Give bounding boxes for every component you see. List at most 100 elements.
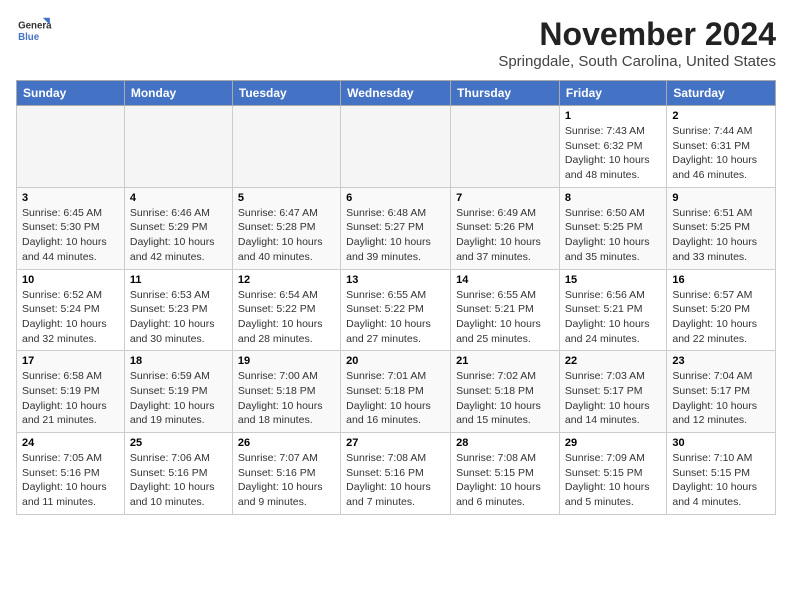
weekday-header-monday: Monday — [124, 81, 232, 106]
day-info: Sunrise: 6:50 AM Sunset: 5:25 PM Dayligh… — [565, 206, 661, 265]
calendar-cell: 21 Sunrise: 7:02 AM Sunset: 5:18 PM Dayli… — [451, 351, 560, 433]
day-info: Sunrise: 6:56 AM Sunset: 5:21 PM Dayligh… — [565, 288, 661, 347]
day-info: Sunrise: 7:09 AM Sunset: 5:15 PM Dayligh… — [565, 451, 661, 510]
day-info: Sunrise: 7:10 AM Sunset: 5:15 PM Dayligh… — [672, 451, 770, 510]
day-info: Sunrise: 6:55 AM Sunset: 5:21 PM Dayligh… — [456, 288, 554, 347]
calendar-cell — [232, 106, 340, 188]
day-info: Sunrise: 6:49 AM Sunset: 5:26 PM Dayligh… — [456, 206, 554, 265]
week-row-1: 1Sunrise: 7:43 AM Sunset: 6:32 PM Daylig… — [17, 106, 776, 188]
svg-text:General: General — [18, 20, 52, 31]
calendar-cell: 15 Sunrise: 6:56 AM Sunset: 5:21 PM Dayli… — [559, 269, 666, 351]
day-info: Sunrise: 6:45 AM Sunset: 5:30 PM Dayligh… — [22, 206, 119, 265]
day-number: 14 — [456, 274, 554, 286]
calendar-cell: 12Sunrise: 6:54 AM Sunset: 5:22 PM Dayli… — [232, 269, 340, 351]
week-row-2: 3 Sunrise: 6:45 AM Sunset: 5:30 PM Daylig… — [17, 187, 776, 269]
calendar-cell: 4Sunrise: 6:46 AM Sunset: 5:29 PM Daylig… — [124, 187, 232, 269]
day-number: 22 — [565, 355, 661, 367]
calendar-cell: 20 Sunrise: 7:01 AM Sunset: 5:18 PM Dayli… — [341, 351, 451, 433]
day-info: Sunrise: 7:07 AM Sunset: 5:16 PM Dayligh… — [238, 451, 335, 510]
calendar-cell: 3 Sunrise: 6:45 AM Sunset: 5:30 PM Daylig… — [17, 187, 125, 269]
day-number: 27 — [346, 437, 445, 449]
page-header: General Blue November 2024 Springdale, S… — [16, 16, 776, 70]
day-number: 7 — [456, 192, 554, 204]
calendar-cell: 24 Sunrise: 7:05 AM Sunset: 5:16 PM Dayli… — [17, 433, 125, 515]
calendar-cell: 11Sunrise: 6:53 AM Sunset: 5:23 PM Dayli… — [124, 269, 232, 351]
day-info: Sunrise: 6:52 AM Sunset: 5:24 PM Dayligh… — [22, 288, 119, 347]
day-number: 5 — [238, 192, 335, 204]
day-info: Sunrise: 7:05 AM Sunset: 5:16 PM Dayligh… — [22, 451, 119, 510]
day-number: 3 — [22, 192, 119, 204]
day-number: 29 — [565, 437, 661, 449]
weekday-header-sunday: Sunday — [17, 81, 125, 106]
calendar-cell: 16 Sunrise: 6:57 AM Sunset: 5:20 PM Dayli… — [667, 269, 776, 351]
weekday-header-thursday: Thursday — [451, 81, 560, 106]
day-info: Sunrise: 6:58 AM Sunset: 5:19 PM Dayligh… — [22, 369, 119, 428]
day-number: 25 — [130, 437, 227, 449]
day-number: 8 — [565, 192, 661, 204]
location-title: Springdale, South Carolina, United State… — [498, 53, 776, 70]
day-number: 19 — [238, 355, 335, 367]
calendar-cell: 22 Sunrise: 7:03 AM Sunset: 5:17 PM Dayli… — [559, 351, 666, 433]
day-info: Sunrise: 6:46 AM Sunset: 5:29 PM Dayligh… — [130, 206, 227, 265]
day-number: 28 — [456, 437, 554, 449]
calendar-cell: 29 Sunrise: 7:09 AM Sunset: 5:15 PM Dayli… — [559, 433, 666, 515]
calendar-table: SundayMondayTuesdayWednesdayThursdayFrid… — [16, 80, 776, 515]
calendar-cell — [451, 106, 560, 188]
day-info: Sunrise: 7:04 AM Sunset: 5:17 PM Dayligh… — [672, 369, 770, 428]
svg-text:Blue: Blue — [18, 32, 40, 43]
calendar-cell: 17 Sunrise: 6:58 AM Sunset: 5:19 PM Dayli… — [17, 351, 125, 433]
day-number: 24 — [22, 437, 119, 449]
weekday-header-friday: Friday — [559, 81, 666, 106]
day-number: 26 — [238, 437, 335, 449]
day-number: 10 — [22, 274, 119, 286]
calendar-cell: 1Sunrise: 7:43 AM Sunset: 6:32 PM Daylig… — [559, 106, 666, 188]
day-number: 15 — [565, 274, 661, 286]
day-info: Sunrise: 6:48 AM Sunset: 5:27 PM Dayligh… — [346, 206, 445, 265]
day-number: 21 — [456, 355, 554, 367]
day-info: Sunrise: 6:55 AM Sunset: 5:22 PM Dayligh… — [346, 288, 445, 347]
calendar-cell: 26 Sunrise: 7:07 AM Sunset: 5:16 PM Dayli… — [232, 433, 340, 515]
calendar-cell — [17, 106, 125, 188]
calendar-cell: 28 Sunrise: 7:08 AM Sunset: 5:15 PM Dayli… — [451, 433, 560, 515]
title-section: November 2024 Springdale, South Carolina… — [498, 16, 776, 70]
calendar-cell: 2 Sunrise: 7:44 AM Sunset: 6:31 PM Daylig… — [667, 106, 776, 188]
day-info: Sunrise: 7:06 AM Sunset: 5:16 PM Dayligh… — [130, 451, 227, 510]
calendar-cell: 6 Sunrise: 6:48 AM Sunset: 5:27 PM Daylig… — [341, 187, 451, 269]
calendar-cell: 14 Sunrise: 6:55 AM Sunset: 5:21 PM Dayli… — [451, 269, 560, 351]
calendar-cell: 19 Sunrise: 7:00 AM Sunset: 5:18 PM Dayli… — [232, 351, 340, 433]
day-number: 13 — [346, 274, 445, 286]
day-number: 17 — [22, 355, 119, 367]
day-info: Sunrise: 7:44 AM Sunset: 6:31 PM Dayligh… — [672, 124, 770, 183]
calendar-cell: 27 Sunrise: 7:08 AM Sunset: 5:16 PM Dayli… — [341, 433, 451, 515]
day-info: Sunrise: 7:08 AM Sunset: 5:15 PM Dayligh… — [456, 451, 554, 510]
day-number: 2 — [672, 110, 770, 122]
calendar-cell: 7 Sunrise: 6:49 AM Sunset: 5:26 PM Daylig… — [451, 187, 560, 269]
calendar-cell: 10 Sunrise: 6:52 AM Sunset: 5:24 PM Dayli… — [17, 269, 125, 351]
day-number: 30 — [672, 437, 770, 449]
day-number: 18 — [130, 355, 227, 367]
weekday-header-row: SundayMondayTuesdayWednesdayThursdayFrid… — [17, 81, 776, 106]
day-number: 6 — [346, 192, 445, 204]
calendar-cell: 25 Sunrise: 7:06 AM Sunset: 5:16 PM Dayli… — [124, 433, 232, 515]
day-info: Sunrise: 7:01 AM Sunset: 5:18 PM Dayligh… — [346, 369, 445, 428]
day-number: 9 — [672, 192, 770, 204]
calendar-cell: 9Sunrise: 6:51 AM Sunset: 5:25 PM Daylig… — [667, 187, 776, 269]
day-info: Sunrise: 7:03 AM Sunset: 5:17 PM Dayligh… — [565, 369, 661, 428]
day-number: 16 — [672, 274, 770, 286]
logo: General Blue — [16, 16, 52, 46]
calendar-cell: 30 Sunrise: 7:10 AM Sunset: 5:15 PM Dayli… — [667, 433, 776, 515]
logo-icon: General Blue — [16, 16, 52, 46]
calendar-cell: 23Sunrise: 7:04 AM Sunset: 5:17 PM Dayli… — [667, 351, 776, 433]
calendar-cell: 8 Sunrise: 6:50 AM Sunset: 5:25 PM Daylig… — [559, 187, 666, 269]
calendar-cell — [341, 106, 451, 188]
day-info: Sunrise: 6:57 AM Sunset: 5:20 PM Dayligh… — [672, 288, 770, 347]
day-number: 20 — [346, 355, 445, 367]
day-info: Sunrise: 7:43 AM Sunset: 6:32 PM Dayligh… — [565, 124, 661, 183]
week-row-4: 17 Sunrise: 6:58 AM Sunset: 5:19 PM Dayli… — [17, 351, 776, 433]
calendar-cell: 5Sunrise: 6:47 AM Sunset: 5:28 PM Daylig… — [232, 187, 340, 269]
weekday-header-saturday: Saturday — [667, 81, 776, 106]
weekday-header-tuesday: Tuesday — [232, 81, 340, 106]
day-info: Sunrise: 7:08 AM Sunset: 5:16 PM Dayligh… — [346, 451, 445, 510]
day-info: Sunrise: 7:02 AM Sunset: 5:18 PM Dayligh… — [456, 369, 554, 428]
day-info: Sunrise: 7:00 AM Sunset: 5:18 PM Dayligh… — [238, 369, 335, 428]
